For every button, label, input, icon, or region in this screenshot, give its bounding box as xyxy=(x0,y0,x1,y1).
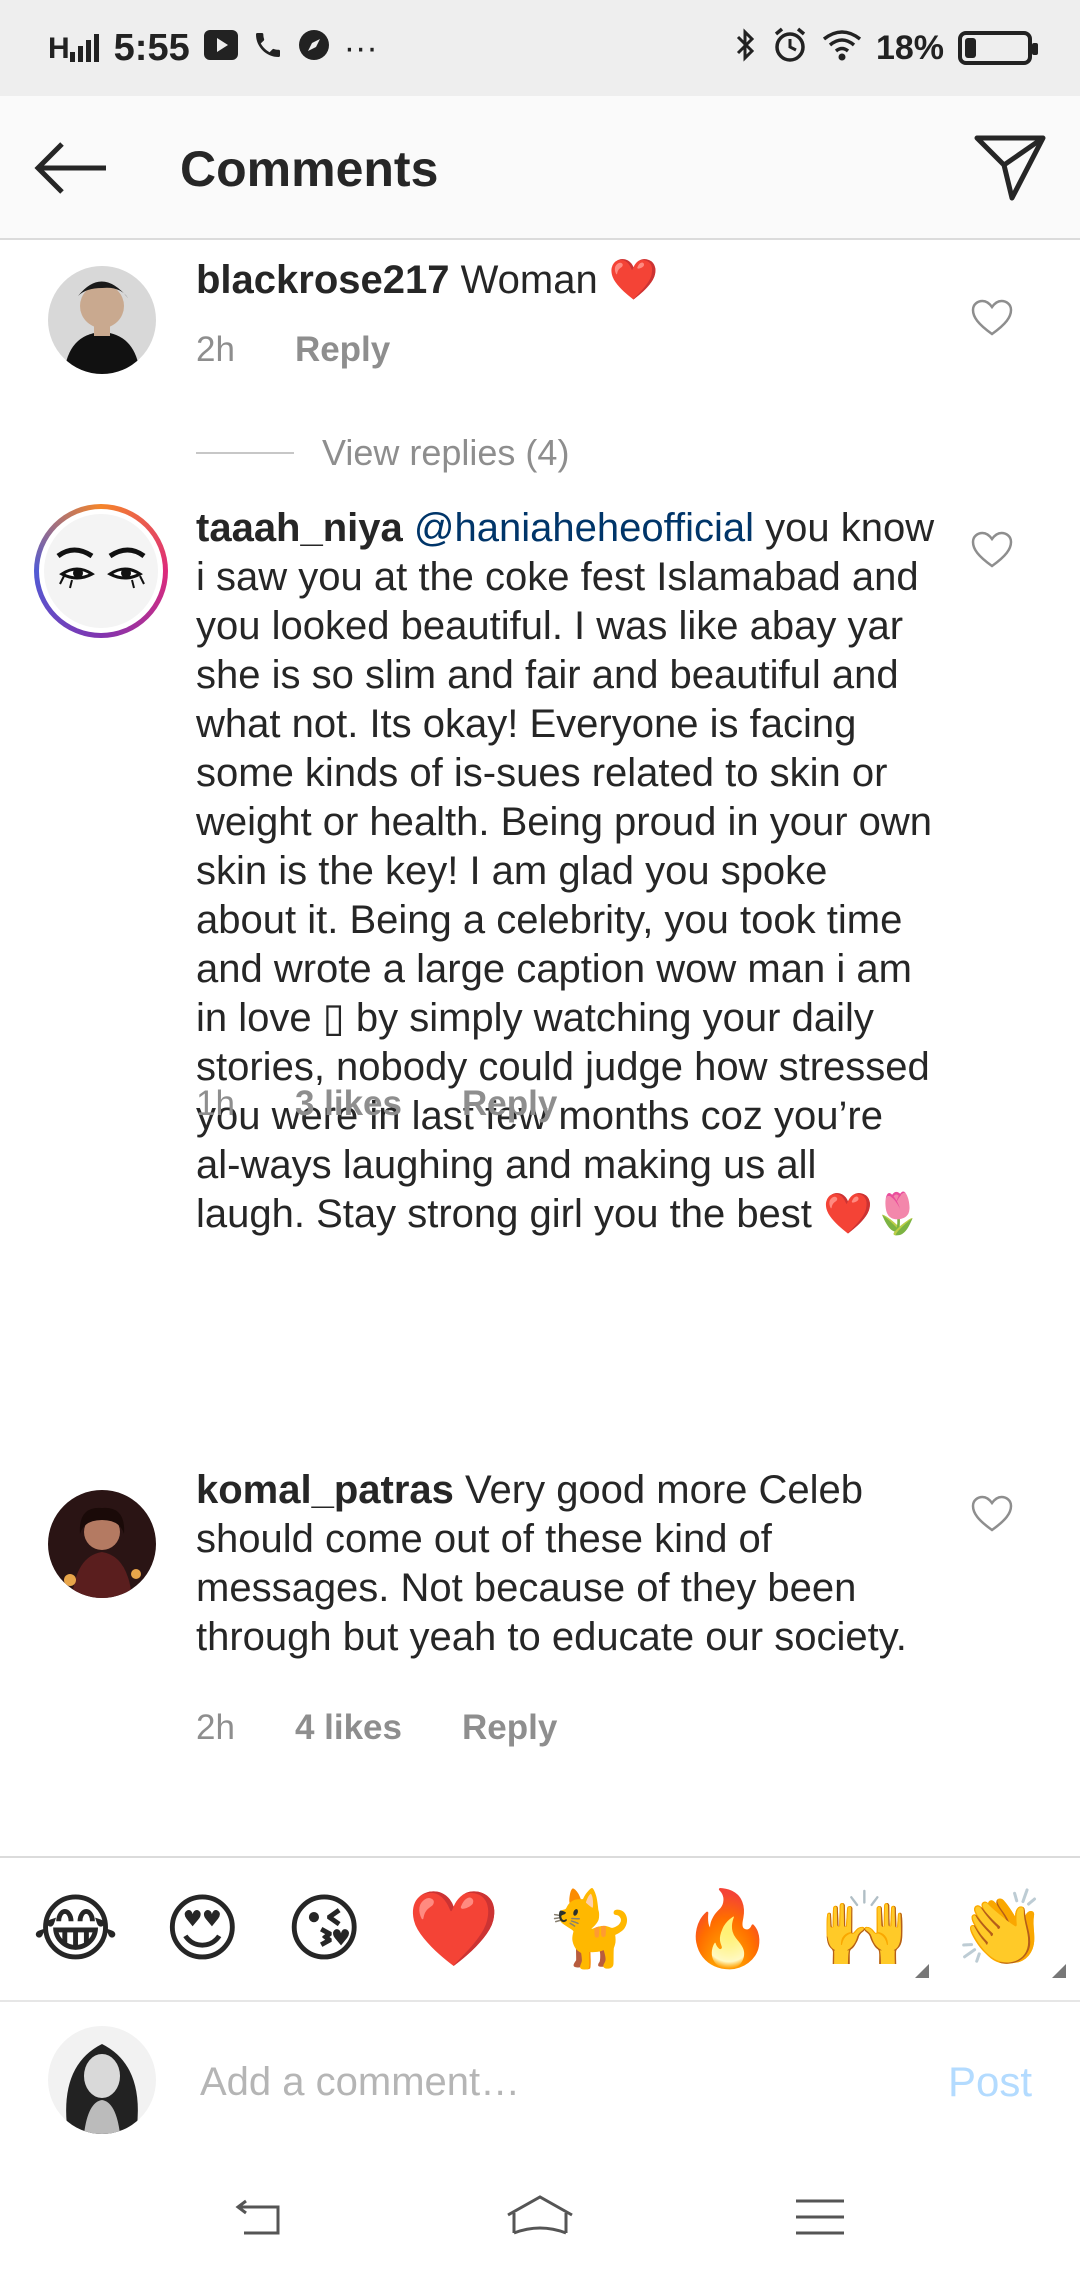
emoji-clapping-hands[interactable]: 👏 xyxy=(955,1892,1066,1978)
signal-icon: H xyxy=(48,32,100,64)
system-nav-bar xyxy=(0,2154,1080,2280)
youtube-icon xyxy=(203,30,238,66)
status-left: H 5:55 ··· xyxy=(48,27,378,70)
wifi-icon xyxy=(822,29,862,67)
skin-tone-indicator-icon xyxy=(914,1964,929,1978)
comment-time: 2h xyxy=(196,1708,235,1747)
compass-icon xyxy=(298,29,330,67)
nav-back-button[interactable] xyxy=(220,2187,300,2247)
reply-button[interactable]: Reply xyxy=(462,1084,557,1124)
status-right: 18% xyxy=(734,27,1038,69)
comment-text: Woman ❤️ xyxy=(449,258,659,302)
status-bar: H 5:55 ··· 18% xyxy=(0,0,1080,96)
emoji-raised-hands-glyph: 🙌 xyxy=(818,1887,911,1970)
nav-back-icon xyxy=(235,2199,280,2235)
emoji-clapping-hands-glyph: 👏 xyxy=(955,1887,1048,1970)
comments-list[interactable]: blackrose217 Woman ❤️ 2h Reply View repl… xyxy=(0,242,1080,1858)
comment-username[interactable]: komal_patras xyxy=(196,1468,454,1512)
likes-count[interactable]: 3 likes xyxy=(295,1084,402,1124)
comment-body: blackrose217 Woman ❤️ xyxy=(196,256,936,305)
back-button[interactable] xyxy=(32,132,112,204)
like-heart-icon[interactable] xyxy=(970,1494,1014,1534)
comment-item: blackrose217 Woman ❤️ 2h Reply View repl… xyxy=(0,242,1080,482)
view-replies-button[interactable]: View replies (4) xyxy=(196,432,569,474)
emoji-raised-hands[interactable]: 🙌 xyxy=(818,1892,929,1978)
comment-text: you know i saw you at the coke fest Isla… xyxy=(196,506,935,1236)
emoji-kiss[interactable]: 😘 xyxy=(286,1892,363,1966)
reply-button[interactable]: Reply xyxy=(295,330,390,370)
emoji-red-heart[interactable]: ❤️ xyxy=(408,1892,500,1966)
battery-icon xyxy=(958,31,1038,65)
my-avatar xyxy=(48,2026,156,2134)
comment-item: taaah_niya @haniaheheofficial you know i… xyxy=(0,504,1080,1236)
more-notifications-icon: ··· xyxy=(343,29,378,67)
comment-username[interactable]: blackrose217 xyxy=(196,258,450,302)
phone-icon xyxy=(252,29,284,67)
comment-mention[interactable]: @haniaheheofficial xyxy=(414,506,754,550)
comment-username[interactable]: taaah_niya xyxy=(196,506,403,550)
like-heart-icon[interactable] xyxy=(970,530,1014,570)
comment-time: 2h xyxy=(196,330,235,369)
comment-composer: Post xyxy=(0,2002,1080,2154)
post-button[interactable]: Post xyxy=(948,2058,1032,2106)
like-heart-icon[interactable] xyxy=(970,298,1014,338)
comment-meta: 2h 4 likes Reply xyxy=(196,1708,557,1748)
page-title: Comments xyxy=(180,141,439,197)
comment-meta: 1h 3 likes Reply xyxy=(196,1084,557,1124)
comments-header: Comments xyxy=(0,96,1080,240)
bluetooth-icon xyxy=(734,27,758,69)
avatar[interactable] xyxy=(34,504,168,638)
comment-body: komal_patras Very good more Celeb should… xyxy=(196,1466,936,1662)
view-replies-label: View replies (4) xyxy=(322,432,570,473)
comment-time: 1h xyxy=(196,1084,235,1123)
nav-home-button[interactable] xyxy=(500,2187,580,2247)
battery-percent: 18% xyxy=(875,28,944,67)
comment-item: komal_patras Very good more Celeb should… xyxy=(0,1466,1080,1796)
emoji-heart-eyes[interactable]: 😍 xyxy=(164,1892,241,1966)
nav-home-icon xyxy=(507,2195,573,2235)
skin-tone-indicator-icon xyxy=(1051,1964,1066,1978)
nav-recents-button[interactable] xyxy=(780,2187,860,2247)
emoji-cat[interactable]: 🐈 xyxy=(545,1892,637,1966)
emoji-fire[interactable]: 🔥 xyxy=(682,1892,774,1966)
status-time: 5:55 xyxy=(113,26,190,69)
comment-meta: 2h Reply xyxy=(196,330,390,370)
alarm-icon xyxy=(772,27,808,69)
view-replies-divider xyxy=(196,452,294,454)
emoji-laughing-tears[interactable]: 😂 xyxy=(32,1892,118,1966)
quick-emoji-bar: 😂 😍 😘 ❤️ 🐈 🔥 🙌 👏 xyxy=(0,1856,1080,2002)
likes-count[interactable]: 4 likes xyxy=(295,1708,402,1748)
avatar[interactable] xyxy=(48,1490,156,1598)
comment-input[interactable] xyxy=(200,2042,880,2122)
avatar[interactable] xyxy=(48,266,156,374)
paper-plane-icon xyxy=(974,135,1046,201)
back-arrow-icon xyxy=(34,142,106,194)
comment-body: taaah_niya @haniaheheofficial you know i… xyxy=(196,504,936,1239)
reply-button[interactable]: Reply xyxy=(462,1708,557,1748)
menu-lines-icon xyxy=(796,2199,844,2235)
share-button[interactable] xyxy=(970,128,1050,208)
